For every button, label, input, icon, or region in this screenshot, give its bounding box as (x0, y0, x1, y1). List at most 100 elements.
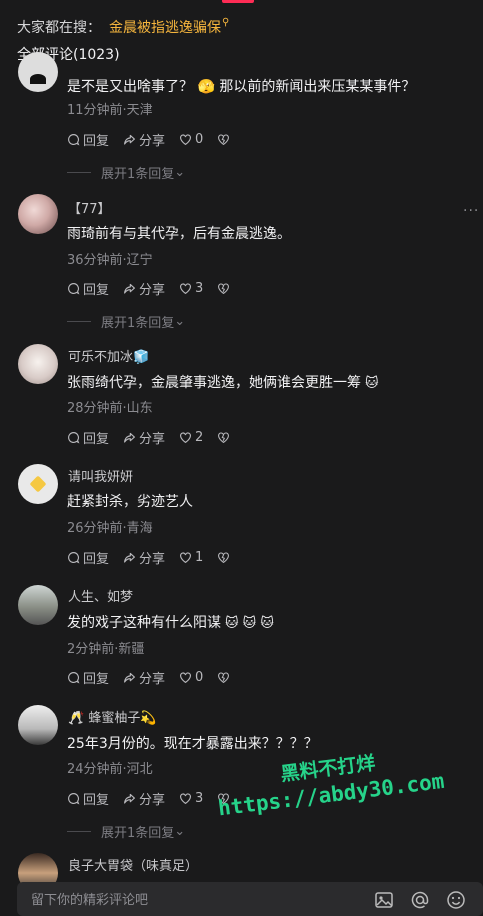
dislike-button[interactable] (217, 282, 233, 295)
chevron-down-icon: ⌄ (174, 314, 186, 329)
share-button[interactable]: 分享 (123, 548, 165, 567)
like-button[interactable]: 1 (179, 550, 203, 565)
like-icon (180, 552, 191, 564)
dislike-button[interactable] (217, 671, 233, 684)
comment-input[interactable] (29, 888, 363, 912)
share-icon (124, 432, 135, 443)
comment-actions: 回复 分享 0 (67, 668, 247, 687)
share-icon (124, 283, 135, 294)
search-prefix: 大家都在搜： (17, 20, 101, 36)
search-icon: ⚲ (222, 17, 230, 28)
comment-input-bar (17, 882, 483, 916)
reply-icon (68, 552, 80, 564)
share-button[interactable]: 分享 (123, 428, 165, 447)
like-icon (180, 793, 191, 805)
share-button[interactable]: 分享 (123, 668, 165, 687)
more-options-icon[interactable]: ··· (463, 203, 479, 219)
avatar[interactable] (18, 464, 58, 504)
expand-replies[interactable]: 展开1条回复 ⌄ (67, 163, 185, 182)
like-icon (180, 672, 191, 684)
dislike-icon (218, 432, 230, 444)
like-count: 1 (195, 550, 204, 565)
reply-icon (68, 432, 80, 444)
emoji: 🐱 🐱 🐱 (225, 616, 274, 631)
dislike-icon (218, 283, 230, 295)
like-icon (180, 134, 191, 146)
like-button[interactable]: 3 (179, 281, 203, 296)
expand-replies[interactable]: 展开1条回复 ⌄ (67, 822, 185, 841)
like-count: 2 (195, 430, 204, 445)
comment-text: 发的戏子这种有什么阳谋 🐱 🐱 🐱 (67, 615, 274, 631)
like-icon (180, 432, 191, 444)
image-icon[interactable] (374, 890, 394, 910)
like-button[interactable]: 0 (179, 670, 203, 685)
share-button[interactable]: 分享 (123, 130, 165, 149)
share-icon (124, 552, 135, 563)
reply-button[interactable]: 回复 (67, 428, 109, 447)
dislike-icon (218, 134, 230, 146)
avatar[interactable] (18, 194, 58, 234)
avatar[interactable] (18, 344, 58, 384)
share-icon (124, 793, 135, 804)
at-icon[interactable] (410, 890, 430, 910)
comment-meta: 11分钟前·天津 (67, 103, 153, 118)
dislike-button[interactable] (217, 431, 233, 444)
username[interactable]: 🥂 蜂蜜柚子💫 (68, 707, 157, 726)
comment-meta: 28分钟前·山东 (67, 401, 153, 416)
expand-replies[interactable]: 展开1条回复 ⌄ (67, 312, 185, 331)
reply-button[interactable]: 回复 (67, 548, 109, 567)
username[interactable]: 良子大胃袋（味真足） (68, 855, 198, 874)
like-button[interactable]: 0 (179, 132, 203, 147)
avatar[interactable] (18, 52, 58, 92)
dislike-icon (218, 672, 230, 684)
reply-button[interactable]: 回复 (67, 789, 109, 808)
comment-meta: 2分钟前·新疆 (67, 642, 145, 657)
search-keyword-link[interactable]: 金晨被指逃逸骗保 (109, 20, 221, 36)
comment-meta: 26分钟前·青海 (67, 521, 153, 536)
dislike-button[interactable] (217, 551, 233, 564)
like-button[interactable]: 3 (179, 791, 203, 806)
reply-button[interactable]: 回复 (67, 279, 109, 298)
username[interactable]: 请叫我妍妍 (68, 466, 133, 485)
share-button[interactable]: 分享 (123, 279, 165, 298)
dislike-icon (218, 552, 230, 564)
comment-meta: 24分钟前·河北 (67, 762, 153, 777)
emoji: 🐱 (365, 376, 379, 391)
username[interactable]: 可乐不加冰🧊 (68, 346, 149, 365)
like-count: 0 (195, 670, 204, 685)
comment-actions: 回复 分享 0 (67, 130, 247, 149)
emoji-icon[interactable] (446, 890, 466, 910)
comment-text: 赶紧封杀，劣迹艺人 (67, 494, 193, 510)
comment-actions: 回复 分享 2 (67, 428, 247, 447)
reply-icon (68, 793, 80, 805)
like-icon (180, 283, 191, 295)
reply-icon (68, 283, 80, 295)
comment-text: 25年3月份的。现在才暴露出来？？？？ (67, 736, 318, 752)
chevron-down-icon: ⌄ (174, 824, 186, 839)
like-button[interactable]: 2 (179, 430, 203, 445)
dislike-button[interactable] (217, 133, 233, 146)
comment-actions: 回复 分享 3 (67, 279, 247, 298)
comment-text: 是不是又出啥事了？ 🫣 那以前的新闻出来压某某事件？ (67, 79, 416, 95)
reply-icon (68, 134, 80, 146)
share-icon (124, 672, 135, 683)
pull-indicator (222, 0, 254, 3)
username[interactable]: 人生、如梦 (68, 586, 133, 605)
chevron-down-icon: ⌄ (174, 165, 186, 180)
like-count: 0 (195, 132, 204, 147)
like-count: 3 (195, 791, 204, 806)
like-count: 3 (195, 281, 204, 296)
reply-button[interactable]: 回复 (67, 668, 109, 687)
share-icon (124, 134, 135, 145)
comment-text: 张雨绮代孕，金晨肇事逃逸，她俩谁会更胜一筹 🐱 (67, 375, 379, 391)
comment-meta: 36分钟前·辽宁 (67, 253, 153, 268)
comment-actions: 回复 分享 1 (67, 548, 247, 567)
share-button[interactable]: 分享 (123, 789, 165, 808)
comment-text: 雨琦前有与其代孕，后有金晨逃逸。 (67, 226, 291, 242)
avatar[interactable] (18, 705, 58, 745)
reply-icon (68, 672, 80, 684)
reply-button[interactable]: 回复 (67, 130, 109, 149)
username[interactable]: 【77】 (68, 198, 111, 217)
hot-search-hint[interactable]: 大家都在搜： 金晨被指逃逸骗保⚲ (17, 17, 229, 37)
avatar[interactable] (18, 585, 58, 625)
